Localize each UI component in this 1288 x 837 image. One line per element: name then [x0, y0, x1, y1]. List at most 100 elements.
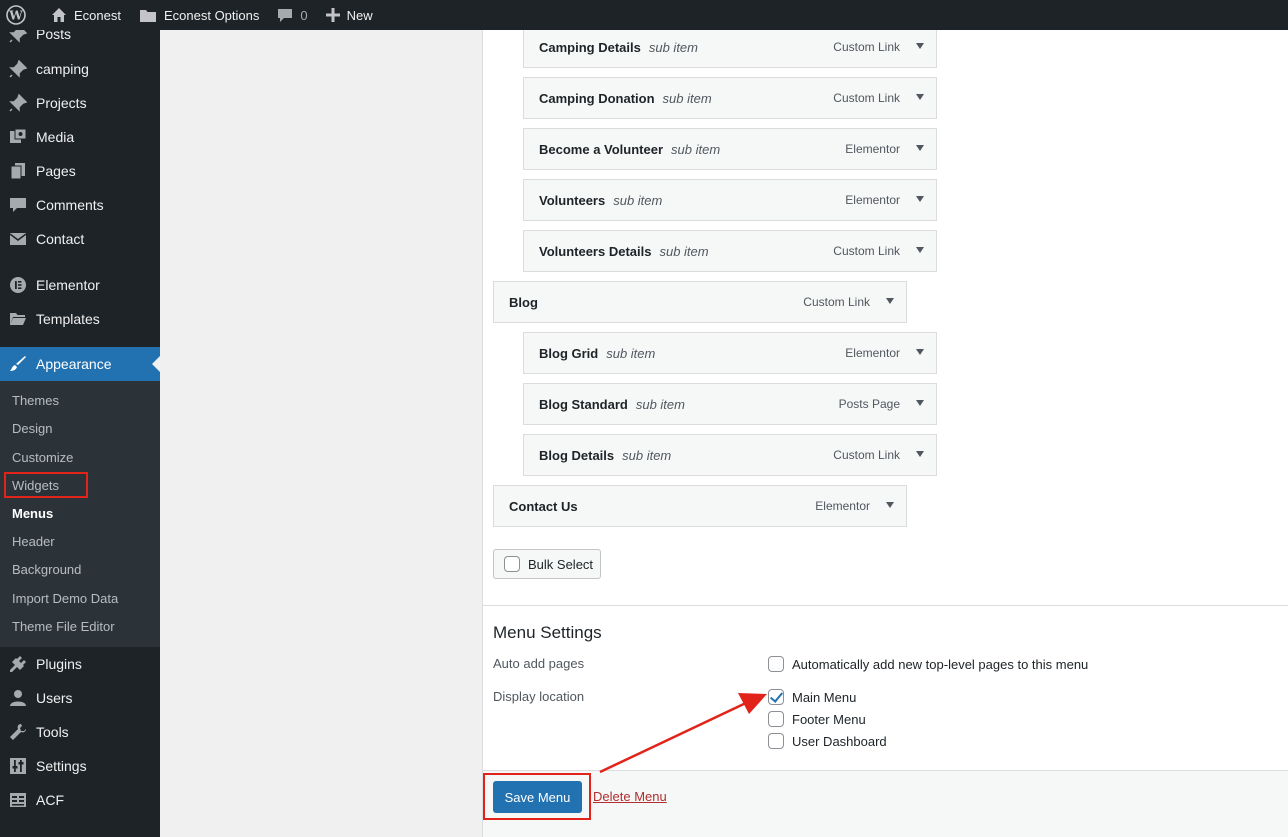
- sidebar-item-camping[interactable]: camping: [0, 52, 160, 86]
- menu-item-title: Camping Donation: [539, 90, 655, 106]
- save-highlight-box: [483, 773, 591, 820]
- submenu-item-background[interactable]: Background: [12, 560, 81, 580]
- options-link[interactable]: Econest Options: [130, 0, 268, 30]
- chevron-down-icon[interactable]: [916, 145, 924, 151]
- bulk-select-button[interactable]: Bulk Select: [493, 549, 601, 579]
- auto-add-pages-checkbox[interactable]: [768, 656, 784, 672]
- sidebar-item-acf[interactable]: ACF: [0, 783, 160, 817]
- menu-item-subtag: sub item: [622, 447, 672, 463]
- sidebar-item-templates[interactable]: Templates: [0, 302, 160, 336]
- menu-item-blog-standard[interactable]: Blog Standard sub item Posts Page: [523, 383, 937, 425]
- new-label: New: [346, 7, 373, 23]
- sidebar-item-label: Users: [36, 690, 73, 706]
- menu-item-title: Blog Details: [539, 447, 615, 463]
- menu-item-type: Elementor: [845, 193, 900, 207]
- sidebar-item-label: Templates: [36, 311, 100, 327]
- sidebar-item-plugins[interactable]: Plugins: [0, 647, 160, 681]
- sidebar-item-media[interactable]: Media: [0, 120, 160, 154]
- chevron-down-icon[interactable]: [916, 400, 924, 406]
- menu-item-title: Camping Details: [539, 39, 641, 55]
- site-name-link[interactable]: Econest: [42, 0, 130, 30]
- sidebar-item-label: Comments: [36, 197, 104, 213]
- chevron-down-icon[interactable]: [916, 247, 924, 253]
- menu-item-subtag: sub item: [671, 141, 721, 157]
- menu-item-subtag: sub item: [662, 90, 712, 106]
- menu-item-type: Elementor: [815, 499, 870, 513]
- chevron-down-icon[interactable]: [886, 502, 894, 508]
- menu-item-type: Custom Link: [833, 448, 900, 462]
- chevron-down-icon[interactable]: [916, 451, 924, 457]
- chevron-down-icon[interactable]: [916, 43, 924, 49]
- main-menu-label: Main Menu: [792, 689, 857, 705]
- auto-add-pages-option[interactable]: Automatically add new top-level pages to…: [768, 654, 1088, 674]
- location-footer-menu[interactable]: Footer Menu: [768, 709, 866, 729]
- menu-item-blog[interactable]: Blog Custom Link: [493, 281, 907, 323]
- submenu-item-customize[interactable]: Customize: [12, 448, 73, 468]
- chevron-down-icon[interactable]: [886, 298, 894, 304]
- admin-sidebar: Posts camping Projects Media Pages Comme…: [0, 30, 160, 837]
- sidebar-item-label: Tools: [36, 724, 69, 740]
- menu-item-camping-details[interactable]: Camping Details sub item Custom Link: [523, 26, 937, 68]
- pin-icon: [0, 60, 36, 78]
- home-icon: [52, 8, 66, 22]
- display-location-label: Display location: [493, 689, 585, 704]
- menu-item-type: Posts Page: [838, 397, 900, 411]
- sidebar-item-label: Contact: [36, 231, 85, 247]
- sidebar-item-settings[interactable]: Settings: [0, 749, 160, 783]
- sidebar-item-elementor[interactable]: Elementor: [0, 268, 160, 302]
- sidebar-item-projects[interactable]: Projects: [0, 86, 160, 120]
- folder-icon: [0, 311, 36, 327]
- sidebar-item-appearance[interactable]: Appearance: [0, 347, 160, 381]
- menu-item-volunteers-details[interactable]: Volunteers Details sub item Custom Link: [523, 230, 937, 272]
- submenu-item-header[interactable]: Header: [12, 532, 55, 552]
- menu-item-subtag: sub item: [606, 345, 656, 361]
- chevron-down-icon[interactable]: [916, 94, 924, 100]
- chevron-down-icon[interactable]: [916, 196, 924, 202]
- menu-item-volunteers[interactable]: Volunteers sub item Elementor: [523, 179, 937, 221]
- sidebar-item-users[interactable]: Users: [0, 681, 160, 715]
- new-content-link[interactable]: New: [317, 0, 382, 30]
- footer-menu-checkbox[interactable]: [768, 711, 784, 727]
- wordpress-icon: W: [6, 5, 26, 25]
- location-user-dashboard[interactable]: User Dashboard: [768, 731, 887, 751]
- menu-item-camping-donation[interactable]: Camping Donation sub item Custom Link: [523, 77, 937, 119]
- sidebar-item-contact[interactable]: Contact: [0, 222, 160, 256]
- menu-item-title: Volunteers: [539, 192, 606, 208]
- menu-item-contact-us[interactable]: Contact Us Elementor: [493, 485, 907, 527]
- location-main-menu[interactable]: Main Menu: [768, 687, 856, 707]
- menu-item-title: Blog Grid: [539, 345, 599, 361]
- user-dashboard-checkbox[interactable]: [768, 733, 784, 749]
- delete-menu-link[interactable]: Delete Menu: [593, 789, 667, 804]
- wrench-icon: [0, 723, 36, 741]
- submenu-item-theme-file-editor[interactable]: Theme File Editor: [12, 617, 115, 637]
- comments-link[interactable]: 0: [268, 0, 316, 30]
- media-icon: [0, 128, 36, 146]
- sidebar-item-label: Projects: [36, 95, 87, 111]
- sidebar-item-pages[interactable]: Pages: [0, 154, 160, 188]
- brush-icon: [0, 355, 36, 373]
- main-menu-checkbox[interactable]: [768, 689, 784, 705]
- submenu-item-themes[interactable]: Themes: [12, 391, 59, 411]
- menu-item-title: Contact Us: [509, 498, 578, 514]
- menu-item-become-a-volunteer[interactable]: Become a Volunteer sub item Elementor: [523, 128, 937, 170]
- submenu-item-design[interactable]: Design: [12, 419, 52, 439]
- comment-icon: [0, 196, 36, 214]
- sidebar-item-posts[interactable]: Posts: [0, 30, 160, 51]
- menu-item-blog-details[interactable]: Blog Details sub item Custom Link: [523, 434, 937, 476]
- wordpress-logo-button[interactable]: W: [0, 0, 42, 30]
- admin-bar: W Econest Econest Options 0 New: [0, 0, 1288, 30]
- chevron-down-icon[interactable]: [916, 349, 924, 355]
- options-label: Econest Options: [163, 7, 260, 23]
- menu-item-type: Elementor: [845, 346, 900, 360]
- menu-item-subtag: sub item: [635, 396, 685, 412]
- current-indicator: [152, 356, 160, 372]
- submenu-item-import-demo-data[interactable]: Import Demo Data: [12, 589, 118, 609]
- sidebar-item-label: Media: [36, 129, 75, 145]
- sidebar-item-tools[interactable]: Tools: [0, 715, 160, 749]
- menu-item-subtag: sub item: [648, 39, 698, 55]
- menus-highlight-box: [4, 472, 88, 498]
- submenu-item-menus[interactable]: Menus: [12, 504, 53, 524]
- bulk-select-checkbox[interactable]: [504, 556, 520, 572]
- sidebar-item-comments[interactable]: Comments: [0, 188, 160, 222]
- menu-item-blog-grid[interactable]: Blog Grid sub item Elementor: [523, 332, 937, 374]
